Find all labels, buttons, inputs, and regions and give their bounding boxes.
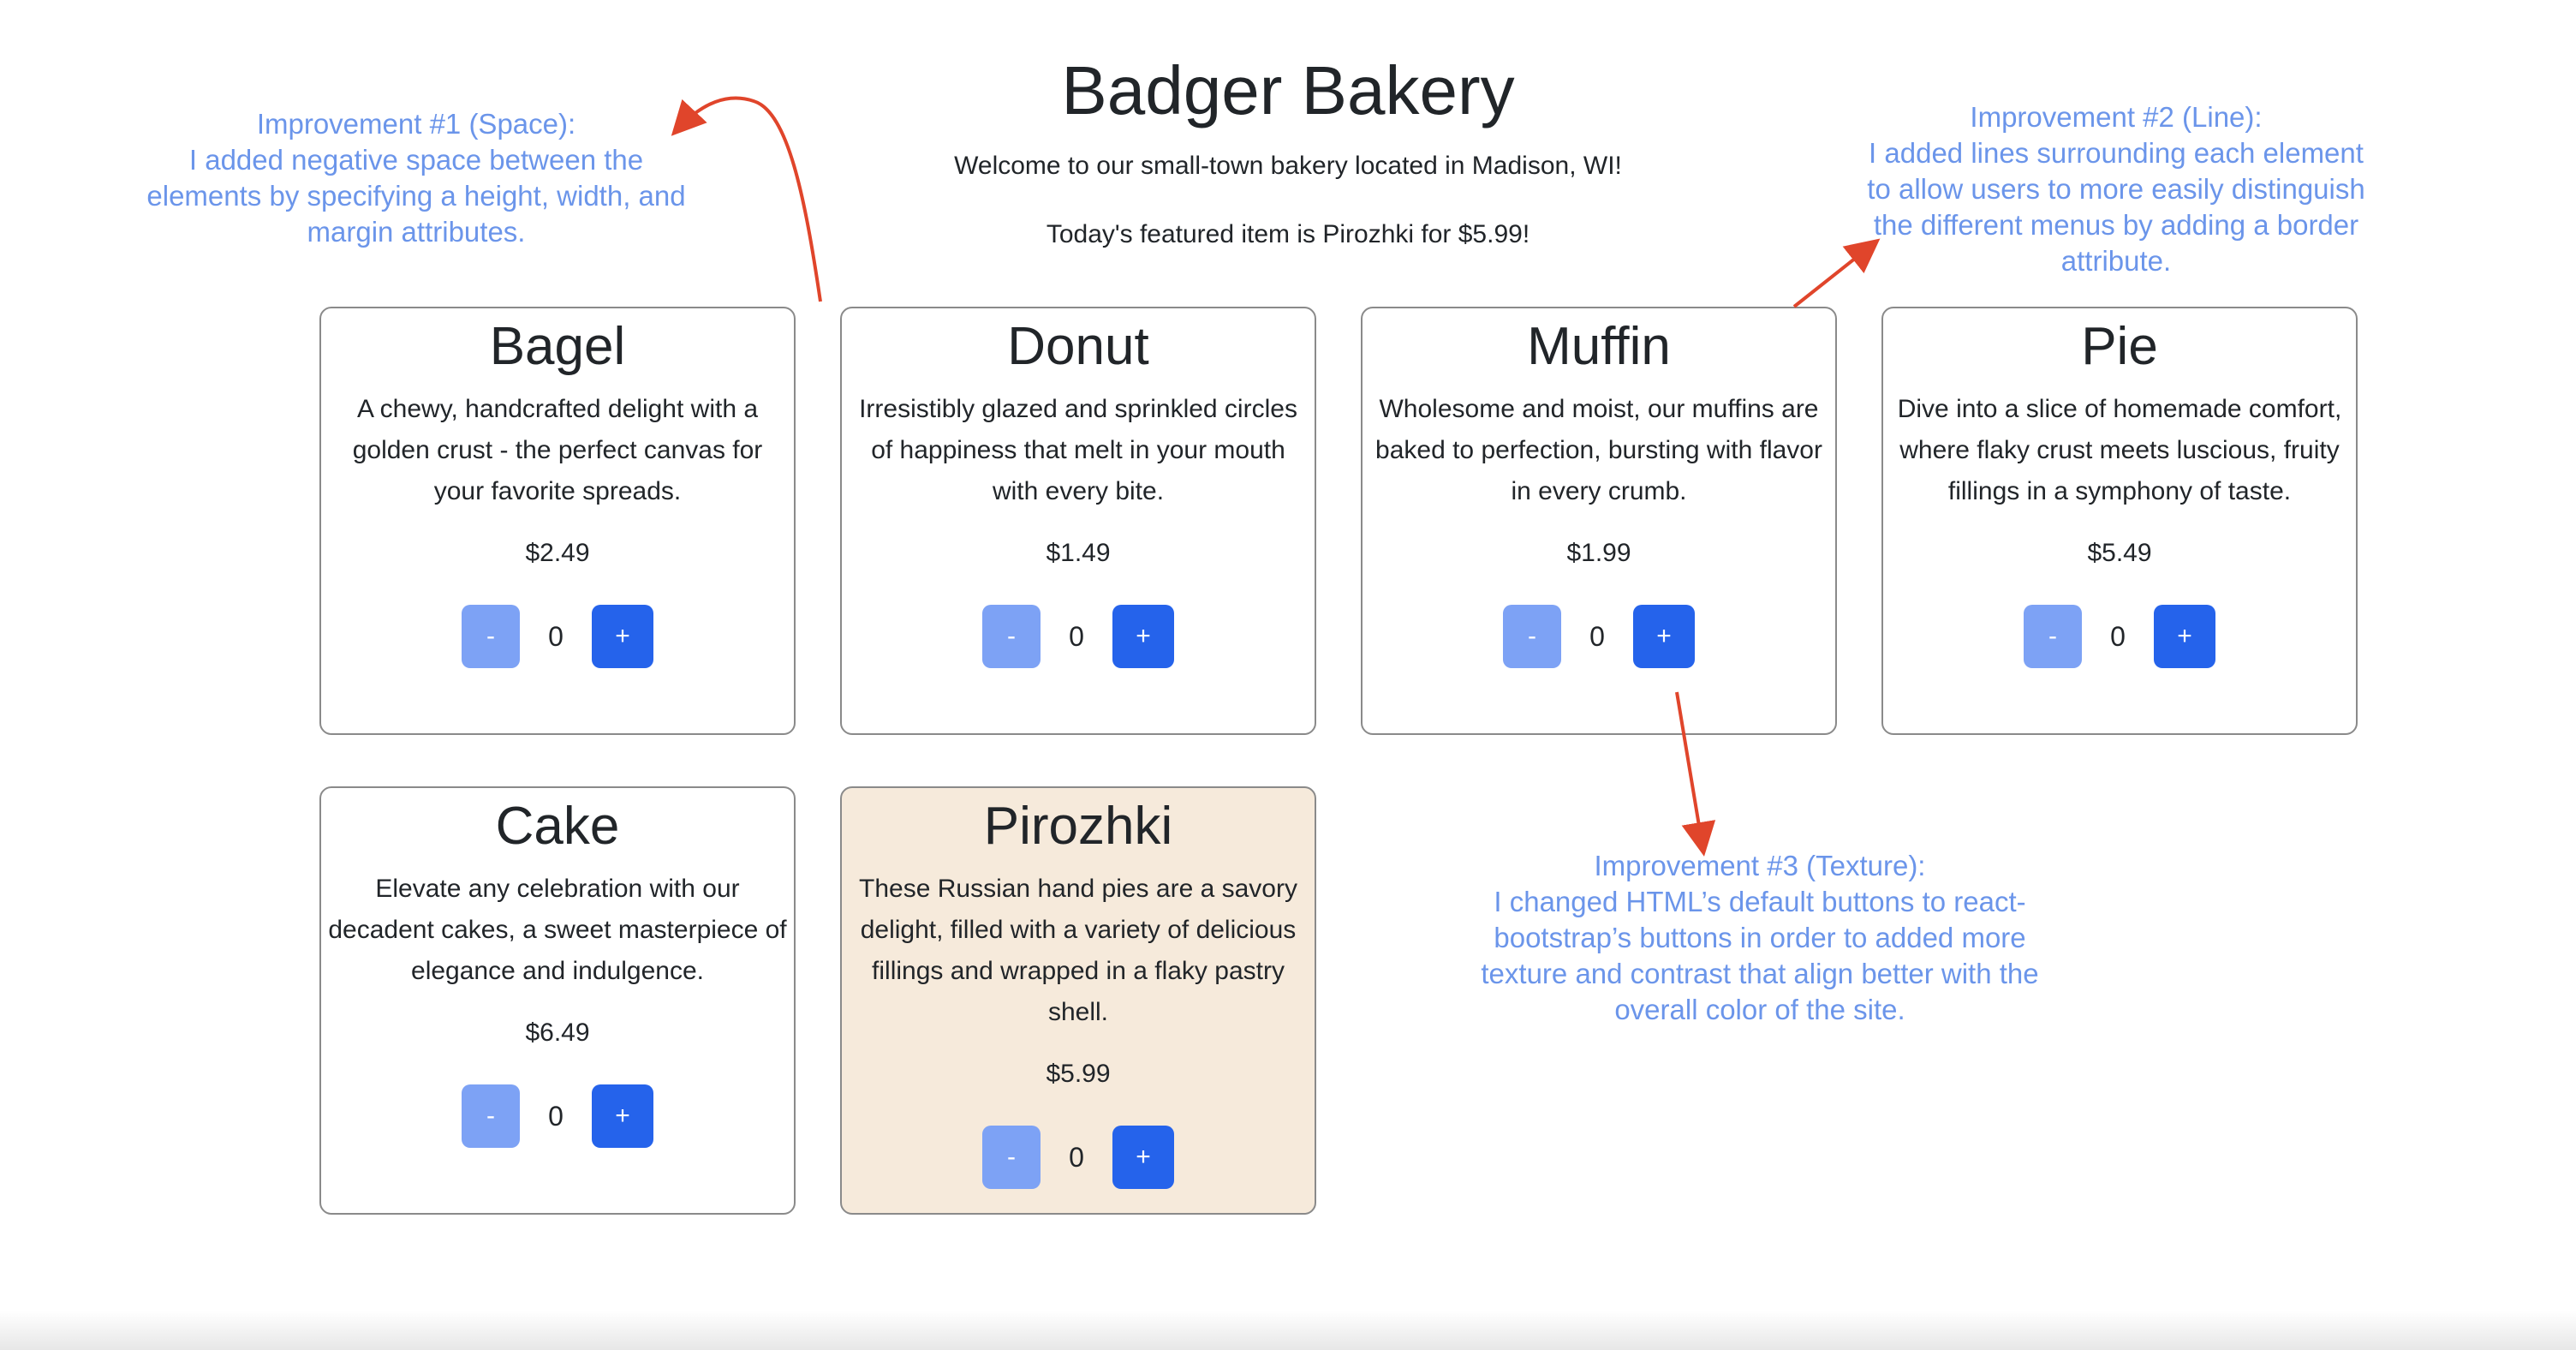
annotation-body: I changed HTML’s default buttons to reac… — [1481, 886, 2039, 1025]
quantity-control: - 0 + — [328, 605, 787, 668]
item-price: $5.99 — [1046, 1060, 1111, 1088]
menu-card-muffin: Muffin Wholesome and moist, our muffins … — [1361, 307, 1837, 735]
item-price: $6.49 — [525, 1018, 590, 1047]
increment-button[interactable]: + — [592, 1084, 653, 1148]
menu-card-cake: Cake Elevate any celebration with our de… — [319, 786, 796, 1215]
increment-button[interactable]: + — [1633, 605, 1695, 668]
item-name: Pirozhki — [983, 797, 1173, 856]
bottom-shadow — [0, 1311, 2576, 1350]
menu-card-bagel: Bagel A chewy, handcrafted delight with … — [319, 307, 796, 735]
annotation-texture: Improvement #3 (Texture): I changed HTML… — [1447, 848, 2072, 1028]
item-description: These Russian hand pies are a savory del… — [859, 875, 1297, 1026]
annotation-title: Improvement #2 (Line): — [1970, 101, 2263, 133]
item-description: Irresistibly glazed and sprinkled circle… — [859, 395, 1297, 505]
annotation-title: Improvement #3 (Texture): — [1594, 850, 1926, 881]
item-name: Cake — [495, 797, 620, 856]
item-name: Muffin — [1527, 317, 1671, 376]
annotation-title: Improvement #1 (Space): — [256, 108, 576, 140]
decrement-button[interactable]: - — [462, 605, 520, 668]
quantity-value: 0 — [1589, 620, 1605, 652]
quantity-value: 0 — [548, 620, 564, 652]
item-price: $1.99 — [1566, 539, 1631, 567]
decrement-button[interactable]: - — [982, 1126, 1041, 1189]
annotation-body: I added negative space between the eleme… — [146, 144, 686, 248]
item-description: Wholesome and moist, our muffins are bak… — [1375, 395, 1822, 505]
increment-button[interactable]: + — [592, 605, 653, 668]
menu-card-pie: Pie Dive into a slice of homemade comfor… — [1881, 307, 2358, 735]
increment-button[interactable]: + — [1112, 605, 1174, 668]
annotation-space: Improvement #1 (Space): I added negative… — [146, 106, 687, 250]
quantity-value: 0 — [1069, 620, 1084, 652]
quantity-control: - 0 + — [849, 1126, 1308, 1189]
annotation-line: Improvement #2 (Line): I added lines sur… — [1857, 99, 2376, 279]
quantity-value: 0 — [548, 1100, 564, 1132]
menu-card-pirozhki: Pirozhki These Russian hand pies are a s… — [840, 786, 1316, 1215]
item-name: Donut — [1007, 317, 1149, 376]
annotation-body: I added lines surrounding each element t… — [1867, 137, 2365, 277]
increment-button[interactable]: + — [1112, 1126, 1174, 1189]
quantity-control: - 0 + — [1369, 605, 1828, 668]
decrement-button[interactable]: - — [2024, 605, 2082, 668]
item-price: $5.49 — [2087, 539, 2152, 567]
item-description: Dive into a slice of homemade comfort, w… — [1897, 395, 2342, 505]
decrement-button[interactable]: - — [1503, 605, 1561, 668]
menu-card-donut: Donut Irresistibly glazed and sprinkled … — [840, 307, 1316, 735]
decrement-button[interactable]: - — [982, 605, 1041, 668]
item-name: Pie — [2081, 317, 2158, 376]
increment-button[interactable]: + — [2154, 605, 2215, 668]
decrement-button[interactable]: - — [462, 1084, 520, 1148]
item-name: Bagel — [489, 317, 626, 376]
item-description: A chewy, handcrafted delight with a gold… — [352, 395, 763, 505]
quantity-control: - 0 + — [849, 605, 1308, 668]
quantity-value: 0 — [1069, 1141, 1084, 1173]
item-description: Elevate any celebration with our decaden… — [328, 875, 787, 985]
quantity-control: - 0 + — [1890, 605, 2349, 668]
quantity-control: - 0 + — [328, 1084, 787, 1148]
quantity-value: 0 — [2110, 620, 2126, 652]
item-price: $1.49 — [1046, 539, 1111, 567]
item-price: $2.49 — [525, 539, 590, 567]
